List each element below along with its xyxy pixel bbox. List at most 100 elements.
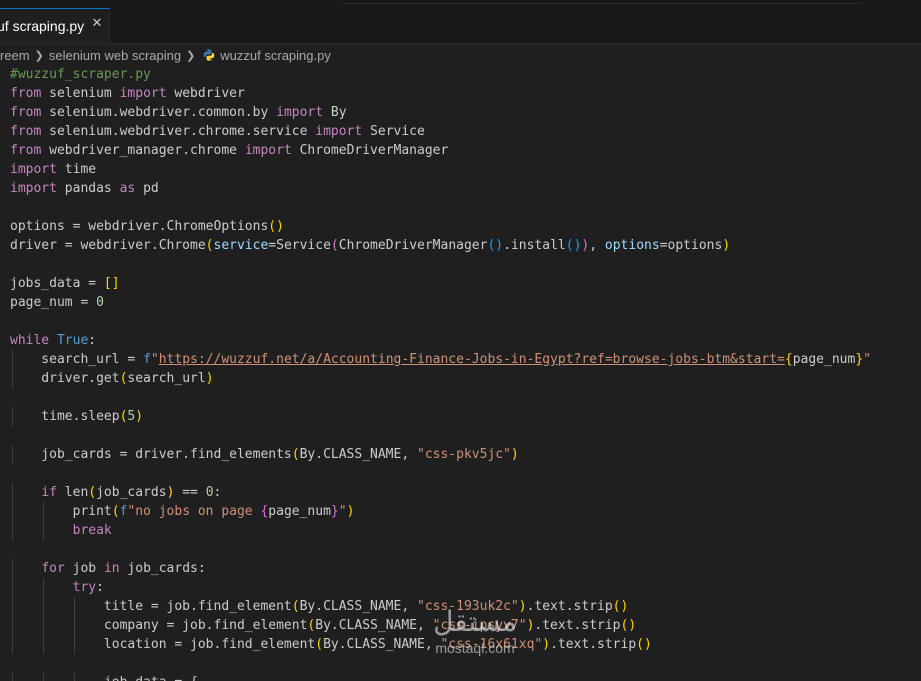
indent-guide (12, 673, 13, 681)
code-token: job_data = { (10, 675, 198, 681)
code-line: driver = webdriver.Chrome(service=Servic… (10, 236, 921, 255)
code-token: () (612, 599, 629, 614)
code-line: #wuzzuf_scraper.py (10, 65, 921, 84)
code-token: ( (88, 485, 97, 500)
code-token: selenium (41, 86, 120, 101)
code-token: ) (542, 637, 551, 652)
code-line: location = job.find_element(By.CLASS_NAM… (10, 635, 921, 654)
code-token: 0 (205, 485, 214, 500)
indent-guide (12, 597, 13, 616)
indent-guide (74, 635, 76, 654)
code-token: options = webdriver.ChromeOptions (10, 219, 269, 234)
code-token: https://wuzzuf.net/a/Accounting-Finance-… (158, 352, 785, 367)
code-line: for job in job_cards: (10, 559, 921, 578)
code-line: try: (10, 578, 921, 597)
breadcrumb-item-reem[interactable]: reem (0, 48, 30, 63)
code-token: time.sleep (10, 409, 120, 424)
indent-guide (12, 445, 13, 464)
breadcrumb-item-folder[interactable]: selenium web scraping (49, 48, 181, 63)
code-token: } (855, 352, 864, 367)
code-token: job (64, 561, 104, 576)
code-token: == (174, 485, 206, 500)
indent-guide (12, 521, 13, 540)
code-token: options (604, 238, 660, 253)
code-token: : (88, 333, 97, 348)
code-token: webdriver (166, 86, 245, 101)
code-token: from (10, 86, 42, 101)
code-line: page_num = 0 (10, 293, 921, 312)
code-token: : (96, 580, 104, 595)
code-token: import (276, 105, 324, 120)
code-token: search_url = (10, 352, 144, 367)
code-line: search_url = f"https://wuzzuf.net/a/Acco… (10, 350, 921, 369)
breadcrumb-item-file[interactable]: wuzzuf scraping.py (220, 48, 331, 63)
breadcrumb: reem ❯ selenium web scraping ❯ wuzzuf sc… (0, 44, 921, 66)
code-token: =Service (268, 238, 331, 253)
close-icon[interactable]: ✕ (89, 16, 105, 32)
indent-guide (43, 635, 45, 654)
code-token: "css-pkv5jc" (417, 447, 511, 462)
code-token: jobs_data = (10, 276, 104, 291)
code-line: import pandas as pd (10, 179, 921, 198)
code-token: By.CLASS_NAME, (299, 447, 417, 462)
code-editor[interactable]: #wuzzuf_scraper.pyfrom selenium import w… (10, 65, 921, 681)
indent-guide (12, 559, 13, 578)
code-token: page_num = (10, 295, 97, 310)
code-token: : (213, 485, 222, 500)
code-token: #wuzzuf_scraper.py (10, 67, 151, 82)
code-token: ChromeDriverManager (338, 238, 488, 253)
code-line: from selenium.webdriver.chrome.service i… (10, 122, 921, 141)
code-token: break (72, 523, 112, 538)
tab-wuzzuf-scraping[interactable]: zuf scraping.py ✕ (0, 8, 110, 43)
indent-guide (12, 369, 13, 388)
indent-guide (43, 578, 45, 597)
code-line: job_data = { (10, 673, 921, 681)
code-token: Service (362, 124, 425, 139)
code-token: len (56, 485, 89, 500)
code-token: { (784, 352, 793, 367)
code-token: ( (330, 238, 339, 253)
tab-label: zuf scraping.py (0, 18, 85, 34)
code-line: from selenium.webdriver.common.by import… (10, 103, 921, 122)
indent-guide (74, 597, 76, 616)
code-token: .text.strip (534, 618, 621, 633)
code-token: By.CLASS_NAME, (323, 637, 441, 652)
indent-guide (43, 597, 45, 616)
code-line: if len(job_cards) == 0: (10, 483, 921, 502)
code-line: company = job.find_element(By.CLASS_NAME… (10, 616, 921, 635)
editor-tab-bar: zuf scraping.py ✕ (0, 8, 921, 44)
code-line: options = webdriver.ChromeOptions() (10, 217, 921, 236)
code-token: company = job.find_element (10, 618, 308, 633)
code-token: "css-193uk2c" (417, 599, 519, 614)
indent-guide (74, 673, 76, 681)
code-token: page_num (792, 352, 856, 367)
chevron-right-icon: ❯ (34, 49, 44, 62)
code-token: driver = webdriver.Chrome (10, 238, 206, 253)
code-token: () (636, 637, 652, 652)
code-token: import (244, 143, 292, 158)
code-token: import (119, 86, 167, 101)
title-bar (0, 0, 921, 8)
code-token: from (10, 143, 42, 158)
code-token: () (268, 219, 284, 234)
code-token: 0 (96, 295, 104, 310)
code-line: time.sleep(5) (10, 407, 921, 426)
code-token: f (143, 352, 151, 367)
indent-guide (43, 673, 45, 681)
code-token: try (72, 580, 97, 595)
indent-guide (12, 635, 13, 654)
indent-guide (12, 578, 13, 597)
code-token: location = job.find_element (10, 637, 316, 652)
command-center[interactable] (342, 0, 862, 4)
code-token: By (323, 105, 347, 120)
chevron-right-icon: ❯ (186, 49, 196, 62)
indent-guide (43, 502, 45, 521)
